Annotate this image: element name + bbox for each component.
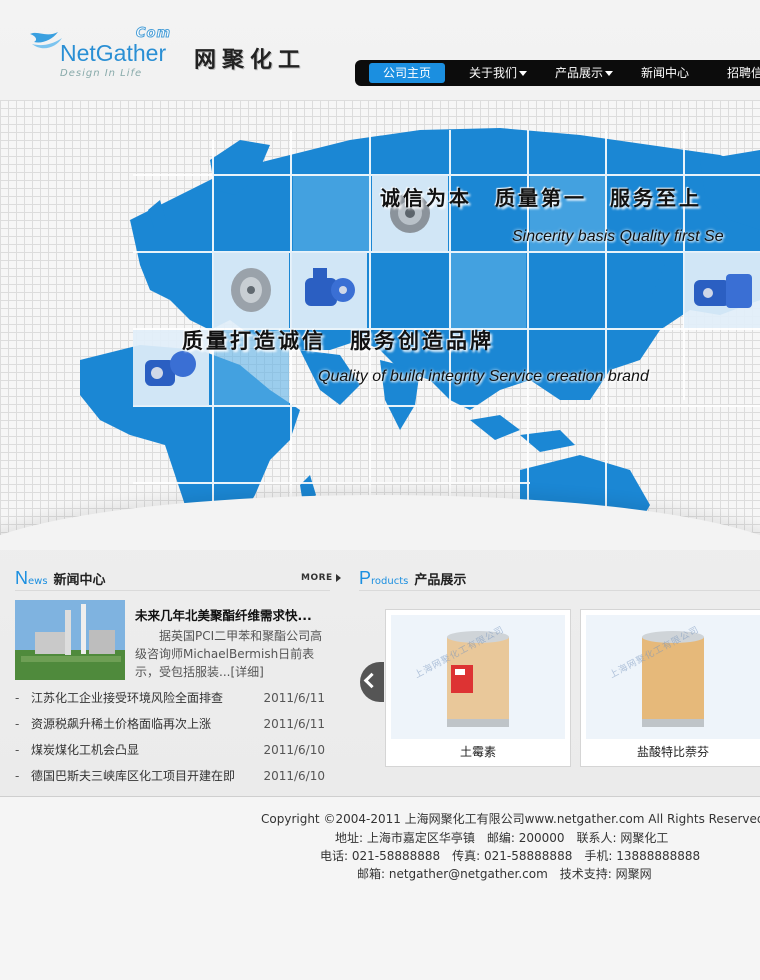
nav-item-label: 新闻中心 [641, 66, 690, 80]
logo-wordmark: NetGather [60, 40, 167, 66]
nav-item-label: 关于我们 [469, 66, 518, 80]
nav-item-jobs[interactable]: 招聘信 [727, 60, 760, 86]
bird-logo-icon [30, 32, 62, 49]
nav-item-home[interactable]: 公司主页 [369, 63, 446, 83]
news-list: - 江苏化工企业接受环境风险全面排查 2011/6/11 - 资源税飙升稀土价格… [15, 689, 325, 793]
product-image: 上海网聚化工有限公司 [586, 615, 760, 739]
news-heading-divider [15, 590, 330, 591]
nav-item-products[interactable]: 产品展示 [555, 60, 614, 86]
footer-email: 邮箱: netgather@netgather.com 技术支持: 网聚网 [357, 867, 652, 881]
news-list-item[interactable]: - 资源税飙升稀土价格面临再次上涨 2011/6/11 [15, 715, 325, 741]
footer-copyright: Copyright ©2004-2011 上海网聚化工有限公司www.netga… [261, 812, 760, 826]
logo-chinese-name: 网聚化工 [194, 47, 307, 73]
banner-product-tile [213, 252, 289, 328]
banner-product-tile [684, 252, 760, 328]
product-name: 土霉素 [459, 745, 496, 759]
banner-slogan-secondary: 质量打造诚信 服务创造品牌 [182, 328, 494, 353]
banner-slogan-primary: 诚信为本 质量第一 服务至上 [380, 186, 702, 210]
news-item-date: 2011/6/11 [263, 691, 325, 705]
nav-item-news[interactable]: 新闻中心 [641, 60, 689, 86]
news-item-date: 2011/6/10 [263, 769, 325, 783]
products-head-title: 产品展示 [414, 573, 467, 588]
logo-tagline: Design In Life [60, 68, 143, 79]
products-head-letter: P [359, 568, 372, 588]
news-item-title[interactable]: 江苏化工企业接受环境风险全面排查 [31, 689, 223, 707]
hero-banner: 诚信为本 质量第一 服务至上 Sincerity basis Quality f… [0, 100, 760, 550]
news-feature-image[interactable] [15, 600, 125, 680]
news-list-item[interactable]: - 江苏化工企业接受环境风险全面排查 2011/6/11 [15, 689, 325, 715]
more-label: MORE [301, 573, 333, 583]
footer-address: 地址: 上海市嘉定区华亭镇 邮编: 200000 联系人: 网聚化工 [335, 831, 669, 845]
footer-phones: 电话: 021-58888888 传真: 021-58888888 手机: 13… [320, 849, 701, 863]
news-head-en: ews [28, 576, 48, 587]
gearbox-icon [231, 268, 271, 312]
news-section-heading: News 新闻中心 [15, 568, 106, 590]
news-feature-title[interactable]: 未来几年北美聚酯纤维需求快... [135, 605, 325, 624]
news-item-title[interactable]: 煤炭煤化工机会凸显 [31, 741, 139, 759]
nav-item-label: 公司主页 [383, 66, 432, 80]
motor-icon [694, 274, 752, 308]
news-item-date: 2011/6/10 [263, 743, 325, 757]
banner-slogan-primary-en: Sincerity basis Quality first Se [512, 228, 724, 245]
news-head-letter: N [15, 568, 28, 588]
news-more-link[interactable]: MORE [301, 573, 341, 583]
products-head-en: roducts [371, 576, 409, 587]
factory-photo-icon [15, 600, 125, 680]
banner-product-tile [291, 252, 367, 328]
news-detail-link[interactable]: [详细] [230, 665, 263, 679]
caret-down-icon [605, 71, 614, 76]
banner-slogan-secondary-en: Quality of build integrity Service creat… [318, 368, 649, 385]
main-navigation: 公司主页 关于我们 产品展示 新闻中心 招聘信 [355, 60, 760, 86]
arrow-right-icon [335, 573, 341, 582]
news-list-item[interactable]: - 煤炭煤化工机会凸显 2011/6/10 [15, 741, 325, 767]
nav-item-label: 招聘信 [727, 66, 760, 80]
product-card[interactable]: 上海网聚化工有限公司 土霉素 [385, 609, 571, 767]
news-feature-summary: 据英国PCI二甲苯和聚酯公司高级咨询师MichaelBermish日前表示，受包… [135, 627, 325, 681]
product-card[interactable]: 上海网聚化工有限公司 盐酸特比萘芬 [580, 609, 760, 767]
logo-com-badge: Com [135, 26, 172, 42]
news-feature-body-text: 据英国PCI二甲苯和聚酯公司高级咨询师MichaelBermish日前表示，受包… [135, 629, 323, 679]
chevron-left-icon [363, 672, 380, 689]
news-item-title[interactable]: 资源税飙升稀土价格面临再次上涨 [31, 715, 211, 733]
products-heading-divider [359, 590, 760, 591]
nav-item-label: 产品展示 [555, 66, 604, 80]
products-section-heading: Products 产品展示 [359, 568, 466, 590]
nav-item-about[interactable]: 关于我们 [469, 60, 528, 86]
caret-down-icon [519, 71, 528, 76]
news-list-item[interactable]: - 德国巴斯夫三峡库区化工项目开建在即 2011/6/10 [15, 767, 325, 793]
news-head-title: 新闻中心 [53, 573, 106, 588]
news-item-title[interactable]: 德国巴斯夫三峡库区化工项目开建在即 [31, 767, 235, 785]
news-item-date: 2011/6/11 [263, 717, 325, 731]
product-name: 盐酸特比萘芬 [636, 745, 709, 759]
motor-icon [305, 268, 355, 306]
product-image: 上海网聚化工有限公司 [391, 615, 565, 739]
site-logo[interactable]: Com NetGather Design In Life 网聚化工 [28, 26, 328, 86]
